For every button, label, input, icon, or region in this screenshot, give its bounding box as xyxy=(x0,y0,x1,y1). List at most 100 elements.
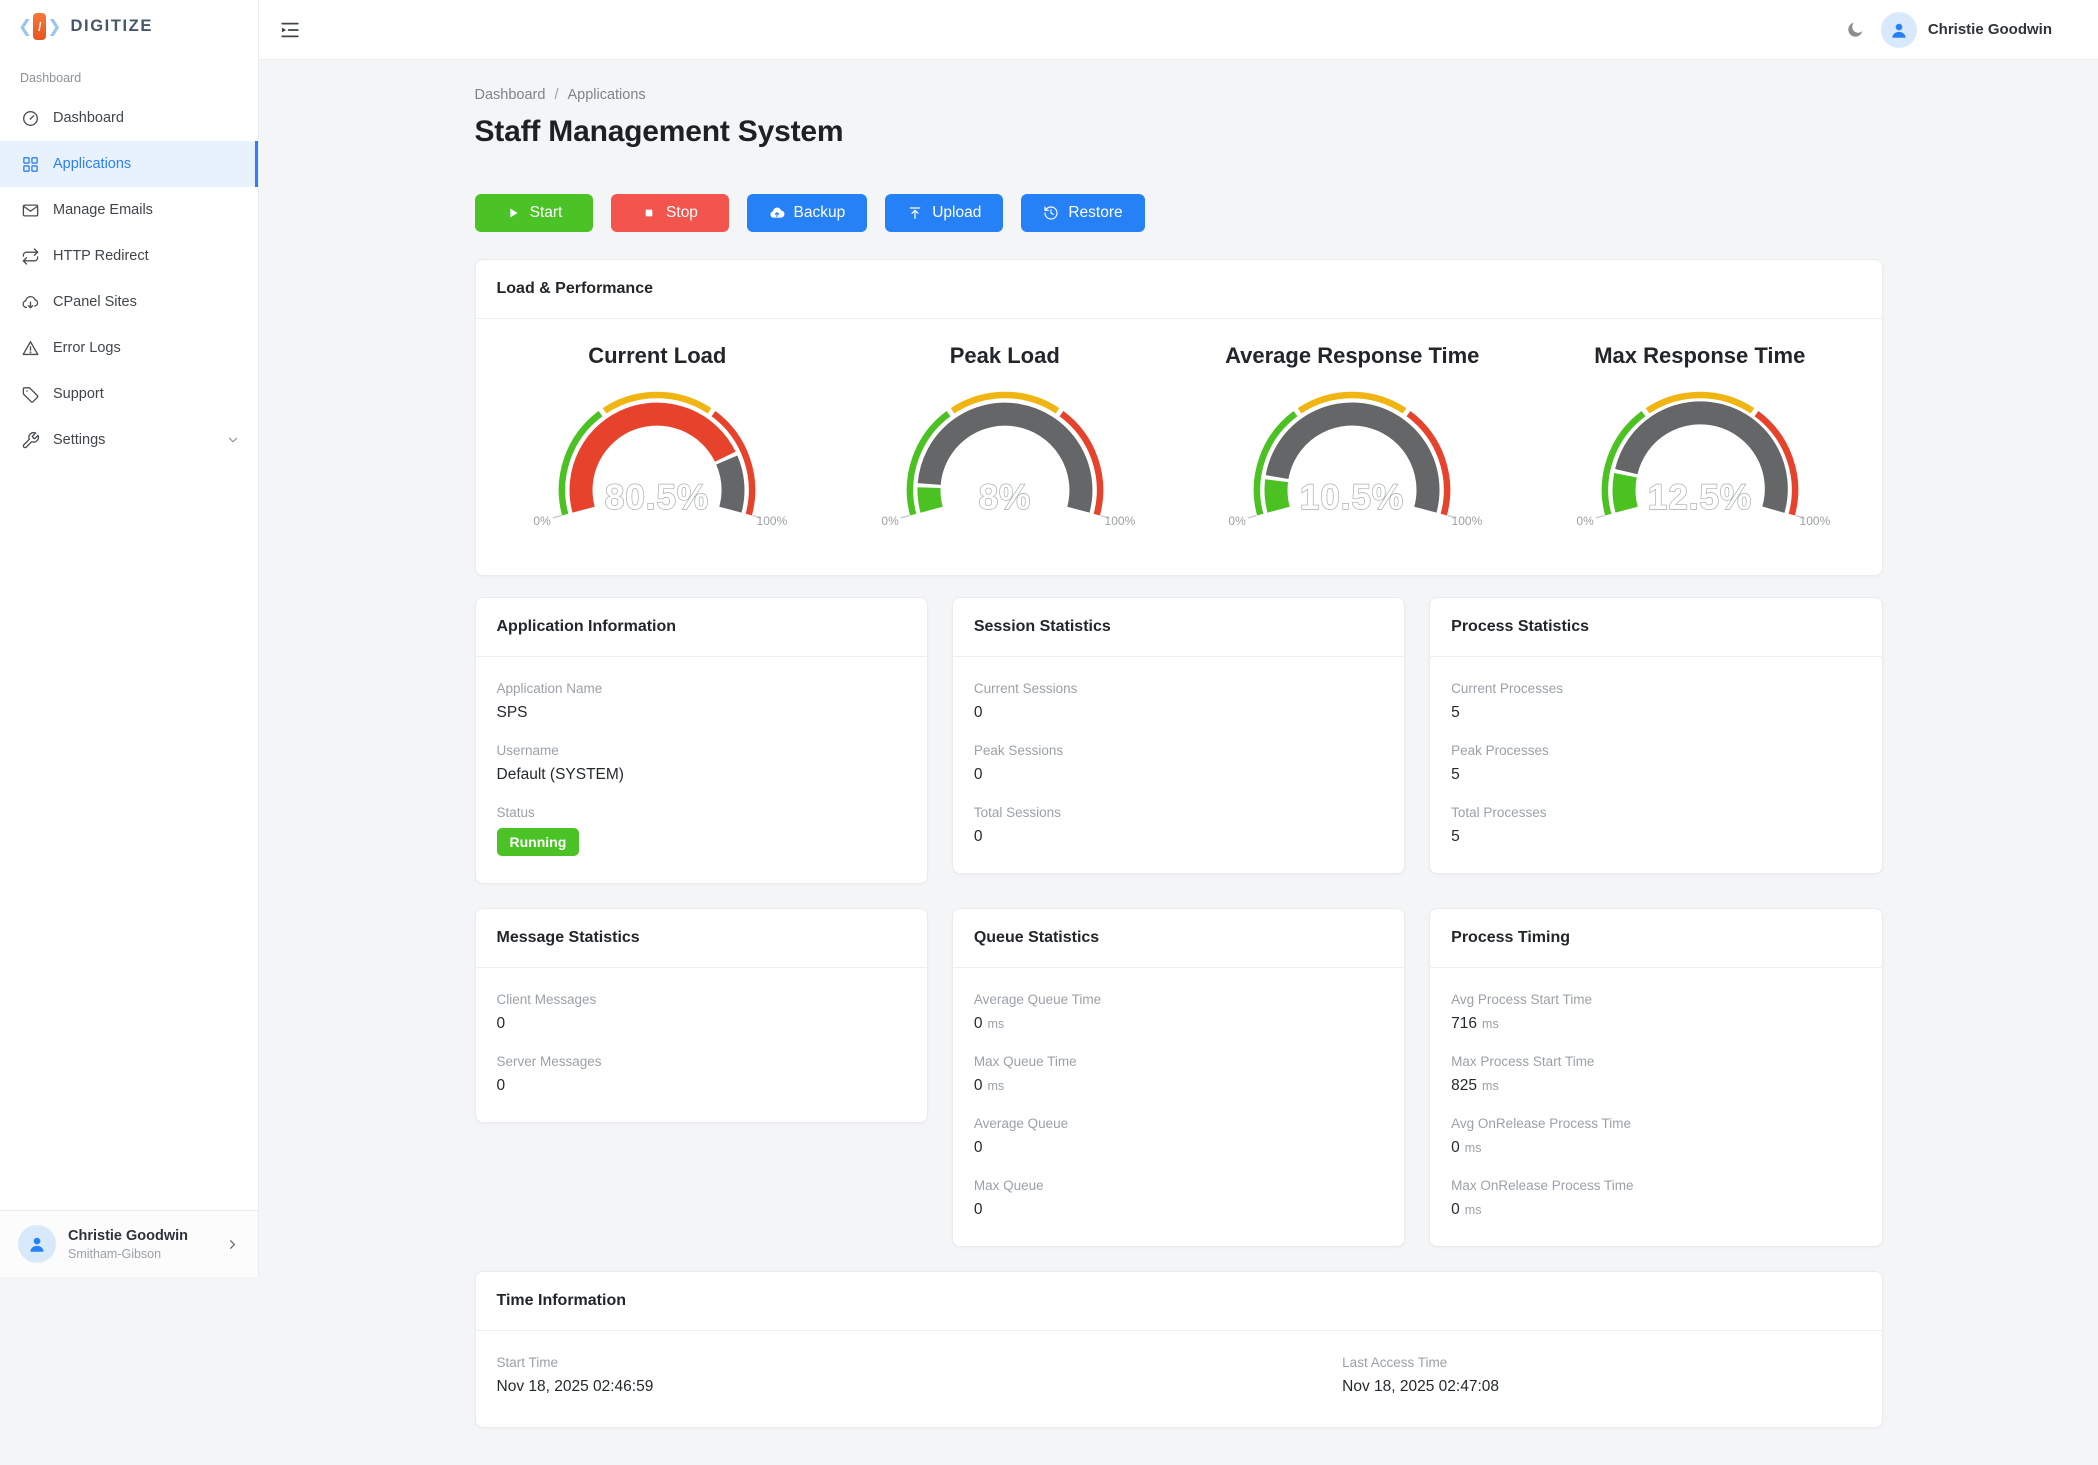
tag-icon xyxy=(21,385,40,404)
sidebar-collapse-button[interactable] xyxy=(279,19,301,41)
field-label: Start Time xyxy=(497,1355,1343,1370)
field-total-sessions: Total Sessions 0 xyxy=(974,805,1383,846)
sidebar-user-company: Smitham-Gibson xyxy=(68,1247,188,1261)
topbar-user-menu[interactable]: Christie Goodwin xyxy=(1881,12,2052,48)
page-content: Dashboard / Applications Staff Managemen… xyxy=(259,60,2098,1465)
field-value: 825ms xyxy=(1451,1077,1860,1095)
unit-label: ms xyxy=(1465,1203,1482,1217)
upload-icon xyxy=(907,205,923,221)
restore-history-icon xyxy=(1043,205,1059,221)
avatar xyxy=(1881,12,1917,48)
card-title: Message Statistics xyxy=(476,909,927,968)
unit-label: ms xyxy=(987,1017,1004,1031)
play-icon xyxy=(505,205,521,221)
stop-icon xyxy=(641,205,657,221)
sidebar-item-dashboard[interactable]: Dashboard xyxy=(0,95,258,141)
field-label: Average Queue xyxy=(974,1116,1383,1131)
card-title: Process Statistics xyxy=(1430,598,1881,657)
svg-text:0%: 0% xyxy=(1576,514,1594,528)
upload-button[interactable]: Upload xyxy=(885,194,1003,232)
gauge-max-response-time: Max Response Time 0%100%12.5% xyxy=(1526,343,1874,537)
sidebar-item-applications[interactable]: Applications xyxy=(0,141,258,187)
field-start-time: Start Time Nov 18, 2025 02:46:59 xyxy=(497,1355,1343,1396)
status-badge: Running xyxy=(497,828,580,856)
sidebar-spacer xyxy=(0,463,258,1210)
field-value: 0 xyxy=(497,1015,906,1033)
field-value: Default (SYSTEM) xyxy=(497,766,906,784)
field-peak-sessions: Peak Sessions 0 xyxy=(974,743,1383,784)
start-button[interactable]: Start xyxy=(475,194,593,232)
field-avg-onrelease-process-time: Avg OnRelease Process Time 0ms xyxy=(1451,1116,1860,1157)
field-max-process-start-time: Max Process Start Time 825ms xyxy=(1451,1054,1860,1095)
card-title: Process Timing xyxy=(1430,909,1881,968)
breadcrumb-item-dashboard[interactable]: Dashboard xyxy=(475,87,546,103)
sidebar-item-label: Applications xyxy=(53,156,131,172)
application-information-card: Application Information Application Name… xyxy=(475,597,928,884)
sidebar-item-support[interactable]: Support xyxy=(0,371,258,417)
sidebar-item-label: Support xyxy=(53,386,104,402)
field-label: Application Name xyxy=(497,681,906,696)
envelope-icon xyxy=(21,201,40,220)
field-current-processes: Current Processes 5 xyxy=(1451,681,1860,722)
field-label: Status xyxy=(497,805,906,820)
sidebar-item-label: Error Logs xyxy=(53,340,121,356)
session-statistics-card: Session Statistics Current Sessions 0 Pe… xyxy=(952,597,1405,874)
field-value: SPS xyxy=(497,704,906,722)
process-statistics-card: Process Statistics Current Processes 5 P… xyxy=(1429,597,1882,874)
speedometer-icon xyxy=(21,109,40,128)
brand-logo[interactable]: ❮/❯ DIGITIZE xyxy=(0,0,258,50)
gauge-title: Current Load xyxy=(588,343,726,369)
breadcrumb: Dashboard / Applications xyxy=(475,87,1883,103)
field-average-queue: Average Queue 0 xyxy=(974,1116,1383,1157)
unit-label: ms xyxy=(1465,1141,1482,1155)
field-avg-process-start-time: Avg Process Start Time 716ms xyxy=(1451,992,1860,1033)
svg-text:100%: 100% xyxy=(1799,514,1829,528)
unit-label: ms xyxy=(987,1079,1004,1093)
sidebar-item-settings[interactable]: Settings xyxy=(0,417,258,463)
app-window: ❮/❯ DIGITIZE Dashboard Dashboard Applica… xyxy=(0,0,2098,1465)
dark-mode-toggle-moon-icon[interactable] xyxy=(1845,20,1865,40)
sidebar-item-error-logs[interactable]: Error Logs xyxy=(0,325,258,371)
field-label: Peak Processes xyxy=(1451,743,1860,758)
svg-text:10.5%: 10.5% xyxy=(1300,478,1404,517)
avatar xyxy=(18,1225,56,1263)
field-last-access-time: Last Access Time Nov 18, 2025 02:47:08 xyxy=(1342,1355,1860,1396)
field-value: Nov 18, 2025 02:47:08 xyxy=(1342,1378,1860,1396)
field-label: Username xyxy=(497,743,906,758)
page-title: Staff Management System xyxy=(475,115,1883,149)
sidebar-item-cpanel-sites[interactable]: CPanel Sites xyxy=(0,279,258,325)
sidebar: ❮/❯ DIGITIZE Dashboard Dashboard Applica… xyxy=(0,0,259,1465)
field-max-onrelease-process-time: Max OnRelease Process Time 0ms xyxy=(1451,1178,1860,1219)
restore-button[interactable]: Restore xyxy=(1021,194,1144,232)
field-value: 0ms xyxy=(1451,1201,1860,1219)
sidebar-user-card[interactable]: Christie Goodwin Smitham-Gibson xyxy=(0,1210,258,1277)
gauge-title: Max Response Time xyxy=(1594,343,1805,369)
sidebar-panel: ❮/❯ DIGITIZE Dashboard Dashboard Applica… xyxy=(0,0,259,1277)
gauge-title: Peak Load xyxy=(950,343,1060,369)
gauge-row: Current Load 0%100%80.5% Peak Load 0%100… xyxy=(476,319,1882,575)
message-statistics-card: Message Statistics Client Messages 0 Ser… xyxy=(475,908,928,1123)
panel-title: Time Information xyxy=(476,1272,1882,1331)
backup-button[interactable]: Backup xyxy=(747,194,868,232)
sidebar-item-http-redirect[interactable]: HTTP Redirect xyxy=(0,233,258,279)
gauge-peak-load: Peak Load 0%100%8% xyxy=(831,343,1179,537)
cloud-download-icon xyxy=(21,293,40,312)
field-application-name: Application Name SPS xyxy=(497,681,906,722)
breadcrumb-separator: / xyxy=(554,87,558,103)
svg-text:0%: 0% xyxy=(1229,514,1247,528)
brand-name: DIGITIZE xyxy=(71,17,153,36)
field-value: 0ms xyxy=(1451,1139,1860,1157)
sidebar-item-label: Dashboard xyxy=(53,110,124,126)
field-max-queue-time: Max Queue Time 0ms xyxy=(974,1054,1383,1095)
cards-row-2: Message Statistics Client Messages 0 Ser… xyxy=(475,908,1883,1247)
stop-button[interactable]: Stop xyxy=(611,194,729,232)
field-value: 0ms xyxy=(974,1077,1383,1095)
svg-text:100%: 100% xyxy=(1104,514,1134,528)
field-value: 0 xyxy=(497,1077,906,1095)
sidebar-item-manage-emails[interactable]: Manage Emails xyxy=(0,187,258,233)
field-label: Total Processes xyxy=(1451,805,1860,820)
process-timing-card: Process Timing Avg Process Start Time 71… xyxy=(1429,908,1882,1247)
sidebar-item-label: Settings xyxy=(53,432,105,448)
sidebar-nav: Dashboard Applications Manage Emails xyxy=(0,95,258,463)
breadcrumb-item-applications[interactable]: Applications xyxy=(567,87,645,103)
